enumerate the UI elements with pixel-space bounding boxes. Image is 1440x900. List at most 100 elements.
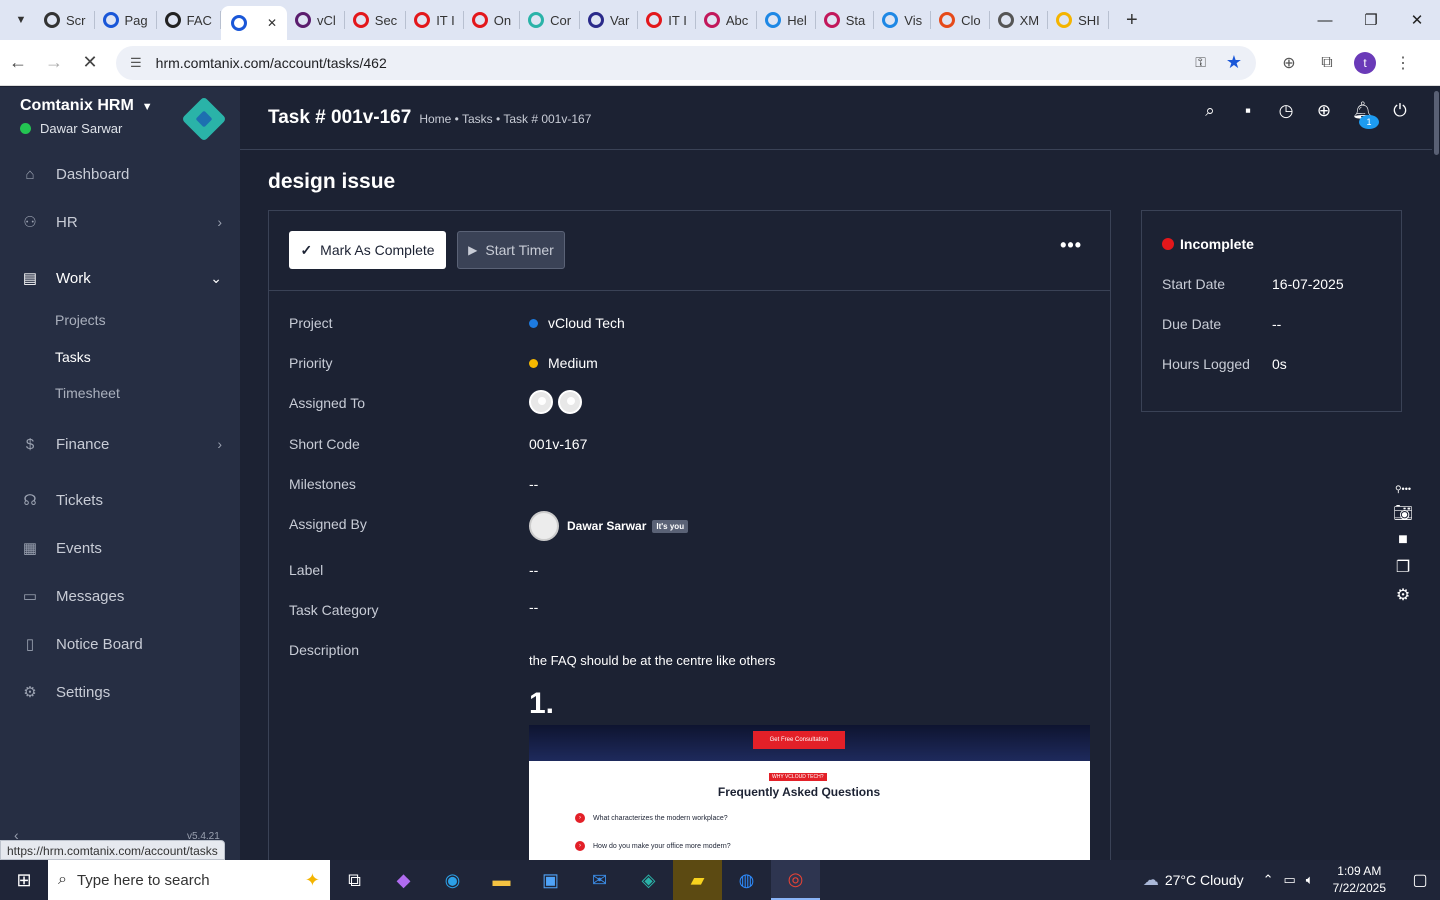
browser-tab[interactable]: SHI	[1048, 11, 1109, 29]
browser-tab[interactable]: Clo	[931, 11, 990, 29]
taskbar-clock[interactable]: 1:09 AM 7/22/2025	[1333, 863, 1386, 897]
extensions-icon[interactable]: ⧉	[1308, 54, 1346, 72]
sidebar-item-settings[interactable]: ⚙ Settings	[0, 672, 240, 712]
site-info-icon[interactable]: ☰	[130, 55, 142, 71]
browser-tab[interactable]: XM	[990, 11, 1049, 29]
network-icon[interactable]: ▭	[1284, 872, 1296, 888]
project-value[interactable]: vCloud Tech	[529, 315, 625, 331]
url-field[interactable]: ☰ hrm.comtanix.com/account/tasks/462 ⚿ ★	[116, 45, 1256, 80]
browser-tab[interactable]: vCl	[287, 11, 345, 29]
taskbar-search-input[interactable]: ⌕ Type here to search ✦	[48, 860, 330, 900]
toolbar-handle-icon[interactable]: ⚲•••	[1395, 484, 1411, 495]
browser-tab[interactable]: Sta	[816, 11, 875, 29]
page-scrollbar[interactable]	[1432, 87, 1440, 860]
add-icon[interactable]: ⊕	[1314, 101, 1334, 135]
window-capture-icon[interactable]: ❐	[1396, 557, 1410, 577]
notification-center-icon[interactable]: ▢	[1400, 870, 1440, 890]
close-tab-icon[interactable]: ✕	[267, 16, 277, 30]
camera-icon[interactable]: 📷︎	[1393, 503, 1413, 523]
page-title: Task # 001v-167	[268, 107, 412, 128]
brand-name[interactable]: Comtanix HRM ▼	[20, 97, 153, 115]
bell-icon[interactable]: 🔔︎ 1	[1352, 101, 1379, 135]
chevron-up-icon[interactable]: ⌃	[1263, 872, 1274, 888]
power-icon[interactable]: ⏻	[1390, 101, 1410, 135]
tab-favicon-icon	[164, 12, 181, 28]
browser-tab[interactable]: Hel	[757, 11, 816, 29]
sidebar-item-dashboard[interactable]: ⌂ Dashboard	[0, 154, 240, 194]
store-icon[interactable]: ▣	[526, 860, 575, 900]
copilot-icon[interactable]: ◆	[379, 860, 428, 900]
task-view-icon[interactable]: ⧉	[330, 860, 379, 900]
description-screenshot[interactable]: Get Free Consultation WHY VCLOUD TECH? F…	[529, 725, 1090, 871]
browser-menu-icon[interactable]: ⋮	[1384, 53, 1422, 73]
button-label: Mark As Complete	[320, 242, 435, 258]
start-timer-button[interactable]: ▶ Start Timer	[457, 231, 565, 269]
stop-loading-button[interactable]: ✕	[72, 52, 108, 73]
windows-start-icon[interactable]: ⊞	[0, 860, 48, 900]
zoom-icon[interactable]: ◍	[722, 860, 771, 900]
screenshot-question: › What characterizes the modern workplace…	[575, 813, 728, 823]
system-tray: ☁ 27°C Cloudy ⌃ ▭ 🔈︎ 1:09 AM 7/22/2025 ▢	[1143, 860, 1440, 900]
expand-icon: ›	[575, 841, 585, 851]
calendar-icon: ▦	[22, 540, 38, 557]
minimize-button[interactable]: —	[1302, 0, 1348, 40]
sidebar-item-finance[interactable]: $ Finance ›	[0, 424, 240, 464]
breadcrumb[interactable]: Home • Tasks • Task # 001v-167	[419, 112, 591, 126]
tab-label: vCl	[317, 12, 336, 28]
forward-button[interactable]: →	[36, 52, 72, 73]
browser-tab[interactable]: Vis	[874, 11, 932, 29]
tab-search-button[interactable]: ▼	[6, 6, 36, 34]
sidebar-item-tickets[interactable]: ☊ Tickets	[0, 480, 240, 520]
browser-tab[interactable]: Scr	[36, 11, 95, 29]
sidebar-subitem-timesheet[interactable]: Timesheet	[55, 385, 120, 401]
mail-icon[interactable]: ✉	[575, 860, 624, 900]
gear-icon[interactable]: ⚙	[1396, 585, 1410, 605]
browser-tab[interactable]: IT I	[638, 11, 696, 29]
password-key-icon[interactable]: ⚿	[1195, 54, 1206, 71]
sidebar-item-work[interactable]: ▤ Work ⌄	[0, 258, 240, 298]
maximize-button[interactable]: ❐	[1348, 0, 1394, 40]
translate-icon[interactable]: ⊕	[1270, 53, 1308, 73]
browser-tab[interactable]: IT I	[406, 11, 464, 29]
chrome-icon[interactable]: ◎	[771, 860, 820, 900]
browser-tab[interactable]: Cor	[520, 11, 581, 29]
comtanix-app-icon[interactable]: ◈	[624, 860, 673, 900]
browser-tab[interactable]: ✕	[220, 6, 287, 40]
profile-avatar[interactable]: t	[1354, 51, 1376, 74]
sticky-notes-icon[interactable]: ▰	[673, 860, 722, 900]
assigned-by-value[interactable]: Dawar Sarwar It's you	[529, 511, 689, 541]
video-icon[interactable]: ■	[1398, 531, 1408, 549]
browser-tab[interactable]: Pag	[95, 11, 157, 29]
scrollbar-thumb[interactable]	[1434, 91, 1439, 155]
sidebar-item-label: Tickets	[56, 491, 103, 509]
sticky-note-icon[interactable]: ▪	[1238, 101, 1258, 135]
sidebar-subitem-projects[interactable]: Projects	[55, 312, 106, 328]
weather-widget[interactable]: ☁ 27°C Cloudy	[1143, 870, 1244, 890]
file-explorer-icon[interactable]: ▬	[477, 860, 526, 900]
more-options-icon[interactable]: •••	[1060, 235, 1082, 256]
sidebar-item-messages[interactable]: ▭ Messages	[0, 576, 240, 616]
browser-tab[interactable]: FAC	[157, 11, 221, 29]
tab-label: Pag	[124, 12, 148, 28]
avatar[interactable]	[529, 390, 553, 414]
new-tab-button[interactable]: +	[1117, 9, 1147, 32]
sidebar-item-hr[interactable]: ⚇ HR ›	[0, 202, 240, 242]
volume-icon[interactable]: 🔈︎	[1306, 872, 1314, 888]
app-logo-icon[interactable]	[181, 96, 227, 142]
mark-complete-button[interactable]: ✓ Mark As Complete	[289, 231, 446, 269]
browser-tab[interactable]: Var	[580, 11, 639, 29]
screenshot-title: Frequently Asked Questions	[717, 785, 881, 799]
edge-icon[interactable]: ◉	[428, 860, 477, 900]
browser-tab[interactable]: On	[464, 11, 521, 29]
bookmark-star-icon[interactable]: ★	[1226, 52, 1242, 73]
close-window-button[interactable]: ✕	[1394, 0, 1440, 40]
sidebar-item-events[interactable]: ▦ Events	[0, 528, 240, 568]
clock-icon[interactable]: ◷	[1276, 101, 1296, 135]
sidebar-subitem-tasks[interactable]: Tasks	[55, 349, 91, 365]
avatar[interactable]	[558, 390, 582, 414]
search-icon[interactable]: ⌕	[1200, 101, 1220, 135]
back-button[interactable]: ←	[0, 52, 36, 73]
browser-tab[interactable]: Sec	[345, 11, 407, 29]
sidebar-item-notice-board[interactable]: ▯ Notice Board	[0, 624, 240, 664]
browser-tab[interactable]: Abc	[696, 11, 758, 29]
